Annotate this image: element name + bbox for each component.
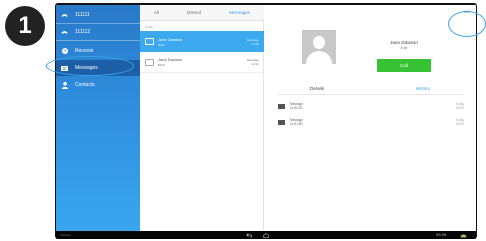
tab-messages[interactable]: Messages [229, 10, 250, 15]
sidebar-item-label: Contacts [75, 82, 95, 88]
contact-name: Jane Dawson [158, 57, 183, 62]
history-item[interactable]: Message 14:31:50 Today 09:26 [278, 115, 464, 129]
nav-left-text: Libernet [60, 233, 71, 237]
system-nav-bar: Libernet 09:26 [56, 231, 476, 239]
message-list-panel: All Missed Messages Today Jane Dawson 86… [140, 5, 264, 231]
history-sub: 14:31:50 [290, 122, 303, 126]
tab-all[interactable]: All [154, 10, 159, 15]
app-screen: 111111 111112 Recents Messages Contacts … [56, 5, 476, 231]
tab-missed[interactable]: Missed [187, 10, 202, 15]
item-time: 14:32 [251, 41, 259, 46]
tab-history[interactable]: History [370, 83, 476, 94]
item-type: Message [246, 37, 259, 42]
message-icon [278, 103, 285, 109]
sidebar-item-line-2[interactable]: 111112 [56, 24, 140, 40]
tab-details[interactable]: Details [264, 83, 370, 94]
home-icon[interactable] [263, 231, 269, 239]
contact-number: 8 sb [400, 46, 408, 50]
android-icon [460, 231, 467, 239]
history-time: 09:26 [456, 122, 464, 126]
clock-icon [61, 48, 68, 55]
contact-name: Jane Dawson [158, 36, 183, 42]
filter-tabs: All Missed Messages [140, 5, 264, 21]
message-icon [145, 58, 154, 66]
date-header: Today [145, 25, 154, 29]
tutorial-frame: 1 111111 111112 Recents Messages Contact… [0, 0, 486, 241]
contact-number: 8610 [158, 42, 165, 47]
detail-tabs: Details History [264, 83, 476, 94]
sidebar-item-label: Recents [75, 48, 94, 54]
sidebar-item-contacts[interactable]: Contacts [56, 77, 140, 93]
history-item[interactable]: Message 14:32:30 Today 09:26 [278, 99, 464, 113]
sidebar-item-label: 111112 [75, 29, 91, 35]
message-icon [278, 119, 285, 125]
contact-number: 8610 [158, 63, 165, 67]
tablet-device: 111111 111112 Recents Messages Contacts … [55, 3, 477, 239]
call-button[interactable]: Call [377, 59, 431, 72]
sidebar-item-line-1[interactable]: 111111 [56, 7, 140, 23]
step-badge: 1 [5, 6, 45, 46]
phone-icon [61, 12, 68, 19]
contact-name: Jane Dawson [390, 40, 418, 45]
back-icon[interactable] [246, 231, 252, 239]
list-item[interactable]: Jane Dawson 8610 Message 14:31 [140, 52, 264, 73]
item-time: 14:31 [251, 62, 259, 66]
history-sub: 14:32:30 [290, 106, 303, 110]
phone-icon [61, 29, 68, 36]
divider [278, 94, 464, 95]
divider [56, 40, 140, 41]
highlight-ring-menu [448, 11, 486, 37]
sidebar-item-label: 111111 [75, 12, 90, 18]
clock-text: 09:26 [436, 232, 447, 237]
highlight-ring-messages [46, 56, 134, 76]
sidebar: 111111 111112 Recents Messages Contacts [56, 5, 140, 231]
history-time: 09:26 [456, 106, 464, 110]
avatar [302, 30, 336, 64]
person-icon [61, 81, 68, 89]
list-item[interactable]: Jane Dawson 8610 Message 14:32 [140, 31, 264, 52]
contact-detail-panel: ••• Jane Dawson 8 sb Call Details Histor… [264, 5, 476, 231]
message-icon [145, 38, 154, 45]
